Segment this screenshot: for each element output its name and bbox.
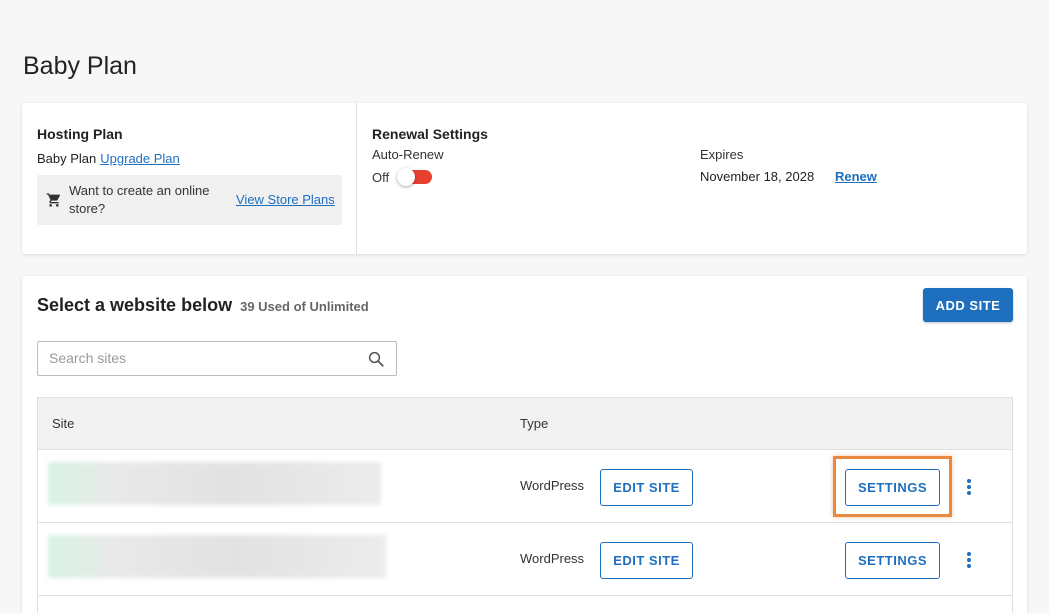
renew-link[interactable]: Renew xyxy=(835,169,877,184)
site-usage: 39 Used of Unlimited xyxy=(240,299,369,314)
online-store-promo: Want to create an online store? View Sto… xyxy=(37,175,342,225)
page-title: Baby Plan xyxy=(23,52,137,80)
sites-table: Site Type WordPress EDIT SITE SETTINGS W… xyxy=(37,397,1013,613)
search-input[interactable] xyxy=(49,350,349,366)
site-type: WordPress xyxy=(520,551,585,566)
search-icon[interactable] xyxy=(367,350,385,368)
renewal-settings-heading: Renewal Settings xyxy=(372,126,488,142)
used-count: 39 Used xyxy=(240,299,290,314)
site-name-redacted[interactable] xyxy=(48,535,386,578)
hosting-plan-heading: Hosting Plan xyxy=(37,126,123,142)
table-row: WordPress EDIT SITE SETTINGS xyxy=(38,523,1012,596)
shopping-cart-icon xyxy=(46,193,61,207)
edit-site-button[interactable]: EDIT SITE xyxy=(600,542,693,579)
usage-of: of xyxy=(293,299,306,314)
sites-card: Select a website below 39 Used of Unlimi… xyxy=(22,276,1027,613)
sites-heading-text: Select a website below xyxy=(37,295,233,315)
column-header-site: Site xyxy=(52,416,75,431)
search-box xyxy=(37,341,397,376)
hosting-plan-panel: Hosting Plan Baby Plan Upgrade Plan Want … xyxy=(22,103,357,254)
upgrade-plan-link[interactable]: Upgrade Plan xyxy=(100,151,180,166)
auto-renew-label: Auto-Renew xyxy=(372,147,444,162)
settings-button[interactable]: SETTINGS xyxy=(845,542,940,579)
add-site-button[interactable]: ADD SITE xyxy=(923,288,1013,322)
table-header: Site Type xyxy=(38,398,1012,450)
auto-renew-toggle[interactable] xyxy=(397,168,432,186)
plan-name-line: Baby Plan Upgrade Plan xyxy=(37,151,180,166)
view-store-plans-link[interactable]: View Store Plans xyxy=(236,192,335,207)
plan-name: Baby Plan xyxy=(37,151,97,166)
auto-renew-state: Off xyxy=(372,170,390,185)
toggle-knob xyxy=(397,168,415,186)
expires-label: Expires xyxy=(700,147,744,162)
sites-heading: Select a website below 39 Used of Unlimi… xyxy=(37,295,369,316)
more-options-icon[interactable] xyxy=(963,479,975,497)
site-type: WordPress xyxy=(520,478,585,493)
usage-limit: Unlimited xyxy=(309,299,369,314)
column-header-type: Type xyxy=(520,416,549,431)
plan-summary-card: Hosting Plan Baby Plan Upgrade Plan Want … xyxy=(22,103,1027,254)
site-name-redacted[interactable] xyxy=(48,462,381,505)
more-options-icon[interactable] xyxy=(963,552,975,570)
store-prompt-text: Want to create an online store? xyxy=(69,183,210,216)
expires-date: November 18, 2028 xyxy=(700,169,815,184)
settings-button[interactable]: SETTINGS xyxy=(845,469,940,506)
table-row: WordPress EDIT SITE SETTINGS xyxy=(38,450,1012,523)
edit-site-button[interactable]: EDIT SITE xyxy=(600,469,693,506)
